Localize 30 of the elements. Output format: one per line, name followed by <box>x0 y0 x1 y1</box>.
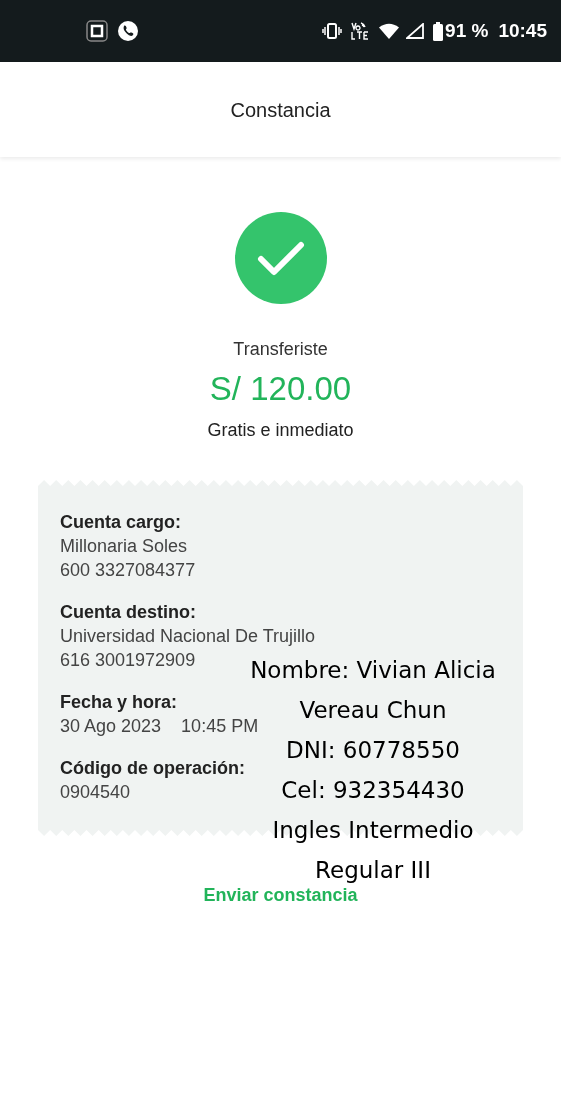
screen-title: Constancia <box>230 97 331 123</box>
field-value: 616 3001972909 <box>60 649 196 672</box>
amount: S/ 120.00 <box>209 369 352 409</box>
battery-percent: 91 % <box>445 18 489 43</box>
field-label: Cuenta cargo: <box>60 511 182 534</box>
overlay-note-line: DNI: 60778550 <box>286 736 460 765</box>
field-value: 30 Ago 2023 10:45 PM <box>60 715 259 738</box>
signal-icon <box>406 23 425 39</box>
clock: 10:45 <box>498 18 547 43</box>
overlay-note-line: Vereau Chun <box>299 696 447 725</box>
field-label: Cuenta destino: <box>60 601 196 624</box>
check-icon <box>234 212 327 304</box>
result-label: Transferiste <box>233 338 328 361</box>
field-label: Fecha y hora: <box>60 691 178 714</box>
send-receipt-link[interactable]: Enviar constancia <box>203 882 358 909</box>
field-label: Código de operación: <box>60 757 245 780</box>
overlay-note-line: Cel: 932354430 <box>281 776 465 805</box>
overlay-note-line: Regular III <box>315 856 431 885</box>
overlay-note-line: Ingles Intermedio <box>272 816 474 845</box>
field-value: 600 3327084377 <box>60 559 196 582</box>
battery-icon <box>433 21 444 41</box>
overlay-note-line: Nombre: Vivian Alicia <box>250 656 496 685</box>
phone-icon <box>117 20 139 42</box>
field-value: 0904540 <box>60 781 131 804</box>
wifi-icon <box>379 23 400 39</box>
result-note: Gratis e inmediato <box>207 419 354 442</box>
field-value: Universidad Nacional De Trujillo <box>60 625 316 648</box>
field-value: Millonaria Soles <box>60 535 188 558</box>
vibrate-icon <box>322 23 343 39</box>
screenshot-icon <box>86 20 108 42</box>
